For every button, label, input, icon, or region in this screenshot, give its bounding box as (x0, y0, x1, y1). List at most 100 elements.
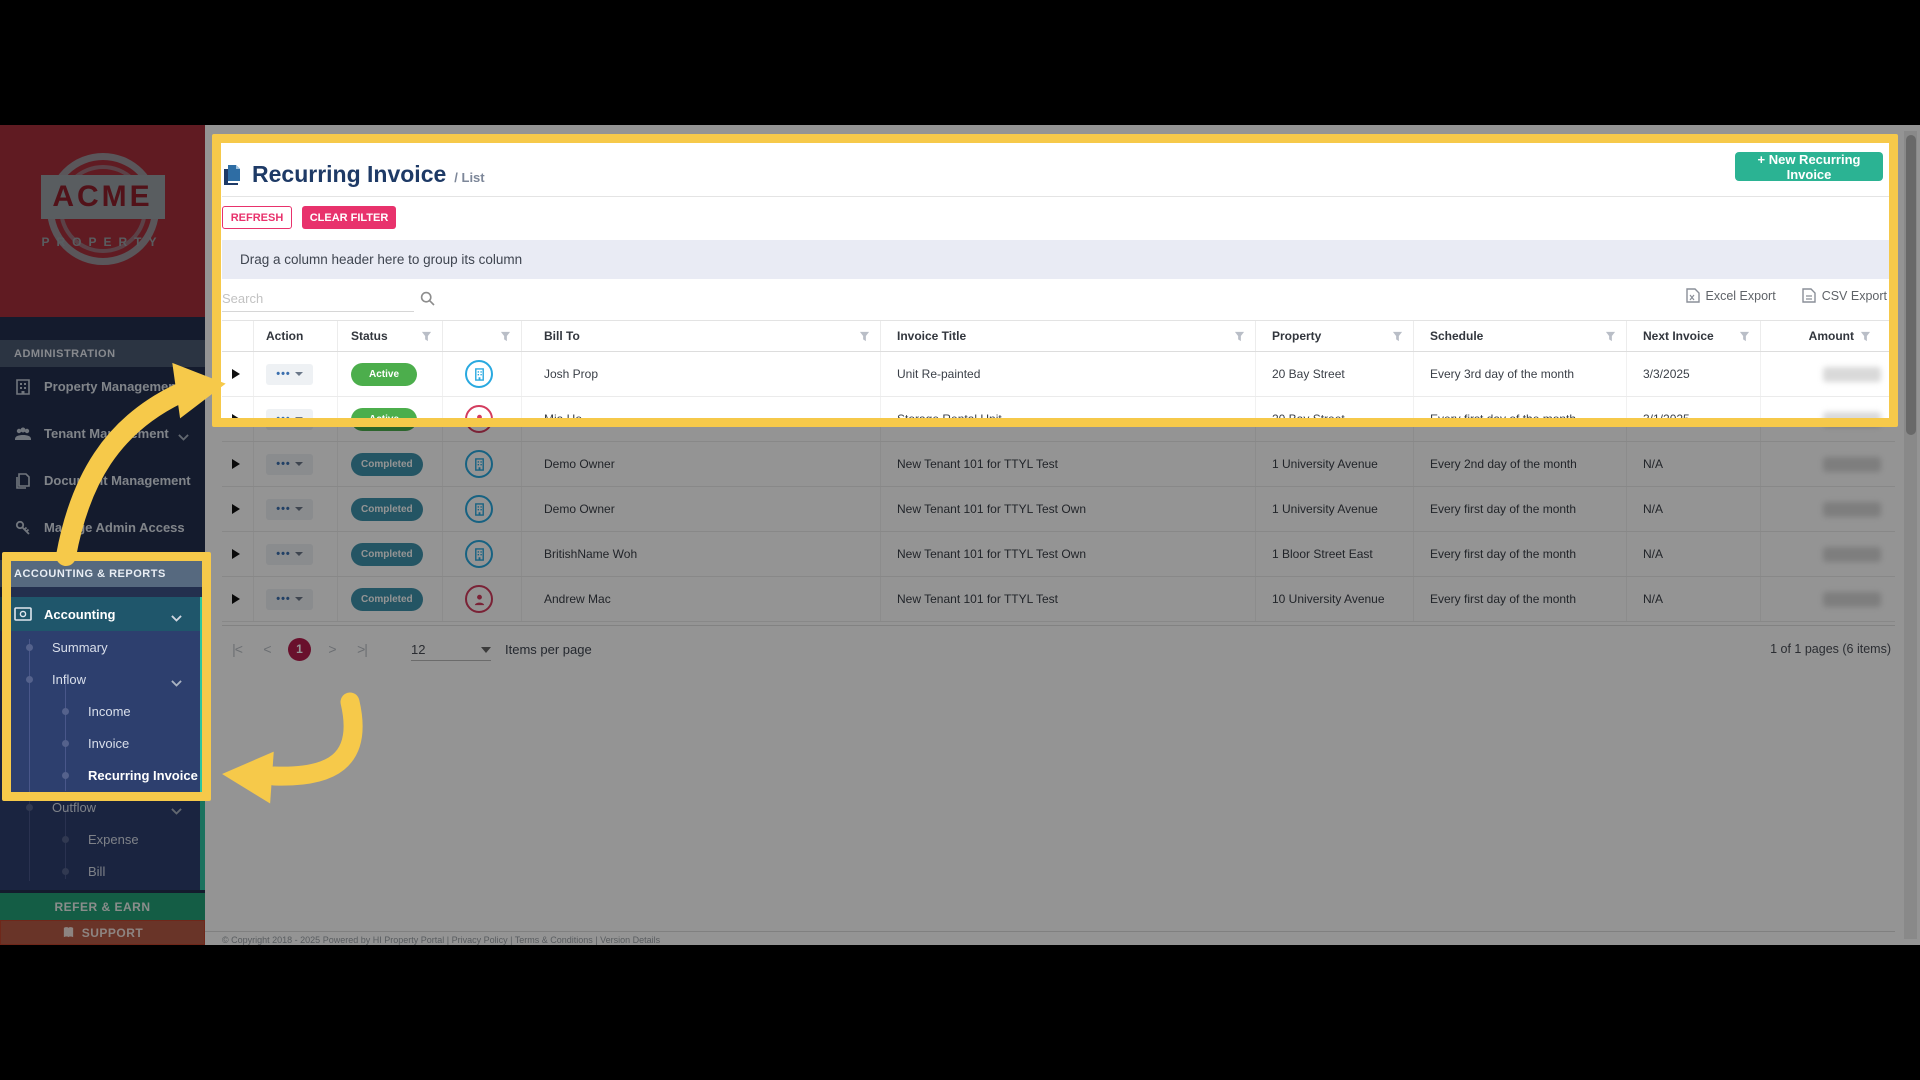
header-status[interactable]: Status (338, 321, 443, 351)
main-content: Recurring Invoice / List + New Recurring… (205, 125, 1920, 945)
header-label: Status (351, 329, 388, 343)
person-circle-icon (465, 405, 493, 433)
page-summary: 1 of 1 pages (6 items) (1770, 642, 1891, 656)
redacted-amount (1823, 366, 1881, 382)
prev-page-button[interactable]: < (252, 641, 282, 657)
sidebar-item-label: Manage Admin Access (44, 520, 185, 535)
filter-icon[interactable] (859, 331, 870, 342)
expand-row-button[interactable] (232, 594, 240, 604)
row-actions-button[interactable]: ••• (266, 453, 313, 475)
sidebar-item-income[interactable]: Income (0, 695, 200, 727)
logo-brand-subtext: PROPERTY (41, 235, 164, 249)
new-recurring-invoice-button[interactable]: + New Recurring Invoice (1735, 152, 1883, 182)
sidebar-item-inflow[interactable]: Inflow (0, 663, 200, 695)
filter-icon[interactable] (421, 331, 432, 342)
sidebar-item-manage-admin-access[interactable]: Manage Admin Access (0, 504, 205, 551)
header-property[interactable]: Property (1256, 321, 1414, 351)
search-icon[interactable] (420, 291, 435, 306)
expand-row-button[interactable] (232, 414, 240, 424)
header-next-invoice[interactable]: Next Invoice (1627, 321, 1761, 351)
filter-icon[interactable] (500, 331, 511, 342)
cell-status: Completed (338, 577, 443, 621)
building-circle-icon (465, 495, 493, 523)
filter-icon[interactable] (1739, 331, 1750, 342)
header-invoice-title[interactable]: Invoice Title (881, 321, 1256, 351)
cell-next-invoice: N/A (1627, 577, 1761, 621)
first-page-button[interactable]: |< (222, 641, 252, 657)
breadcrumb: / List (454, 170, 485, 185)
filter-icon[interactable] (1392, 331, 1403, 342)
sidebar-item-label: Property Management (44, 379, 181, 394)
support-label: SUPPORT (81, 925, 144, 940)
sidebar-accounting-group: Accounting Summary Inflow Income Invoice Rec… (0, 597, 205, 890)
cell-status: Completed (338, 487, 443, 531)
last-page-button[interactable]: >| (347, 641, 377, 657)
search-input[interactable] (222, 286, 414, 312)
scrollbar-thumb[interactable] (1905, 135, 1916, 435)
cell-next-invoice: 3/3/2025 (1627, 352, 1761, 396)
recurring-invoice-table: Action Status Bill To Invoice Title Prop… (222, 320, 1895, 622)
clear-filter-button[interactable]: CLEAR FILTER (302, 206, 396, 229)
row-actions-button[interactable]: ••• (266, 408, 313, 430)
expand-row-button[interactable] (232, 504, 240, 514)
current-page-badge[interactable]: 1 (288, 637, 311, 661)
vertical-scrollbar[interactable] (1904, 131, 1917, 939)
bullet-icon (62, 771, 69, 779)
filter-icon[interactable] (1605, 331, 1616, 342)
support-button[interactable]: SUPPORT (0, 920, 205, 945)
sidebar-item-document-management[interactable]: Document Management (0, 457, 205, 504)
header-schedule[interactable]: Schedule (1414, 321, 1627, 351)
items-per-page-select[interactable]: 12 (411, 637, 491, 661)
header-label: Action (266, 329, 304, 343)
sidebar-item-outflow[interactable]: Outflow (0, 791, 200, 823)
invoice-pages-icon (222, 164, 242, 186)
sidebar-item-label: Outflow (52, 799, 97, 815)
sidebar-item-invoice[interactable]: Invoice (0, 727, 200, 759)
sidebar-item-label: Invoice (88, 735, 130, 751)
redacted-amount (1823, 546, 1881, 562)
row-actions-button[interactable]: ••• (266, 588, 313, 610)
caret-down-icon (294, 597, 303, 601)
header-action[interactable]: Action (254, 321, 338, 351)
refresh-button[interactable]: REFRESH (222, 206, 292, 229)
expand-row-button[interactable] (232, 369, 240, 379)
row-actions-button[interactable]: ••• (266, 363, 313, 385)
row-actions-button[interactable]: ••• (266, 543, 313, 565)
chevron-down-icon (171, 675, 182, 687)
filter-icon[interactable] (1234, 331, 1245, 342)
sidebar-item-bill[interactable]: Bill (0, 855, 200, 887)
csv-export-button[interactable]: CSV Export (1801, 288, 1887, 303)
money-icon (14, 607, 32, 621)
header-billto-type[interactable] (443, 321, 522, 351)
refer-earn-button[interactable]: REFER & EARN (0, 893, 205, 920)
cell-schedule: Every 2nd day of the month (1414, 442, 1627, 486)
header-amount[interactable]: Amount (1761, 321, 1895, 351)
status-badge: Completed (351, 587, 423, 611)
expand-row-button[interactable] (232, 459, 240, 469)
header-bill-to[interactable]: Bill To (522, 321, 881, 351)
sidebar-item-label: Expense (88, 831, 139, 847)
cell-billto-type (443, 397, 522, 441)
sidebar-item-expense[interactable]: Expense (0, 823, 200, 855)
cell-invoice-title: New Tenant 101 for TTYL Test (881, 577, 1256, 621)
book-icon (63, 927, 73, 938)
excel-export-button[interactable]: Excel Export (1685, 288, 1776, 303)
cell-amount (1761, 442, 1895, 486)
sidebar-item-property-management[interactable]: Property Management (0, 363, 205, 410)
table-header-row: Action Status Bill To Invoice Title Prop… (222, 320, 1895, 352)
row-actions-button[interactable]: ••• (266, 498, 313, 520)
tenants-icon (14, 425, 32, 443)
cell-property: 1 University Avenue (1256, 487, 1414, 531)
sidebar-item-recurring-invoice[interactable]: Recurring Invoice (0, 759, 200, 791)
cell-invoice-title: New Tenant 101 for TTYL Test Own (881, 532, 1256, 576)
sidebar-item-tenant-management[interactable]: Tenant Management (0, 410, 205, 457)
cell-action: ••• (254, 577, 338, 621)
bullet-icon (62, 707, 69, 715)
filter-icon[interactable] (1860, 331, 1871, 342)
sidebar-item-accounting[interactable]: Accounting (0, 597, 200, 631)
sidebar-item-summary[interactable]: Summary (0, 631, 200, 663)
status-badge: Completed (351, 542, 423, 566)
group-by-dropzone[interactable]: Drag a column header here to group its c… (222, 240, 1895, 279)
next-page-button[interactable]: > (317, 641, 347, 657)
expand-row-button[interactable] (232, 549, 240, 559)
